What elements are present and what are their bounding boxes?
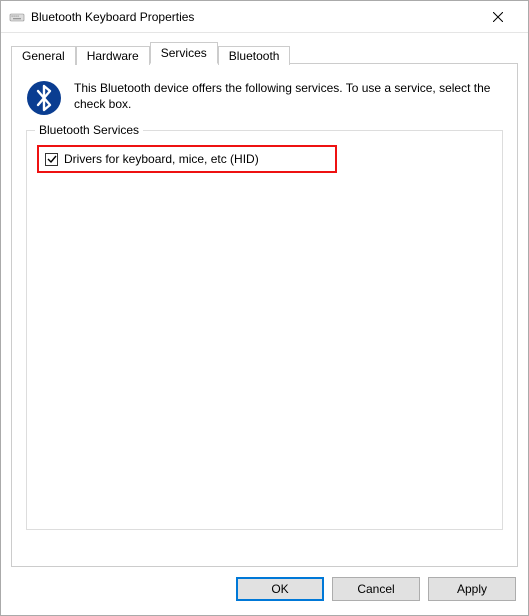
titlebar: Bluetooth Keyboard Properties [1, 1, 528, 33]
service-hid-checkbox[interactable] [45, 153, 58, 166]
checkmark-icon [47, 154, 57, 164]
tab-hardware[interactable]: Hardware [76, 46, 150, 65]
close-button[interactable] [475, 2, 520, 32]
tab-general[interactable]: General [11, 46, 76, 65]
service-row-hid: Drivers for keyboard, mice, etc (HID) [37, 145, 337, 173]
ok-button[interactable]: OK [236, 577, 324, 601]
tab-services[interactable]: Services [150, 42, 218, 64]
dialog-body: General Hardware Services Bluetooth This… [1, 33, 528, 567]
window-title: Bluetooth Keyboard Properties [31, 10, 475, 24]
close-icon [493, 12, 503, 22]
tabstrip: General Hardware Services Bluetooth [11, 41, 518, 63]
apply-button[interactable]: Apply [428, 577, 516, 601]
bluetooth-services-group: Bluetooth Services Drivers for keyboard,… [26, 130, 503, 530]
properties-dialog: Bluetooth Keyboard Properties General Ha… [0, 0, 529, 616]
tab-bluetooth[interactable]: Bluetooth [218, 46, 291, 65]
tab-panel-services: This Bluetooth device offers the followi… [11, 63, 518, 567]
group-title: Bluetooth Services [35, 123, 143, 137]
info-text: This Bluetooth device offers the followi… [74, 80, 503, 112]
cancel-button[interactable]: Cancel [332, 577, 420, 601]
info-row: This Bluetooth device offers the followi… [26, 80, 503, 116]
keyboard-icon [9, 9, 25, 25]
dialog-footer: OK Cancel Apply [1, 567, 528, 615]
bluetooth-icon [26, 80, 62, 116]
service-hid-label: Drivers for keyboard, mice, etc (HID) [64, 152, 259, 166]
